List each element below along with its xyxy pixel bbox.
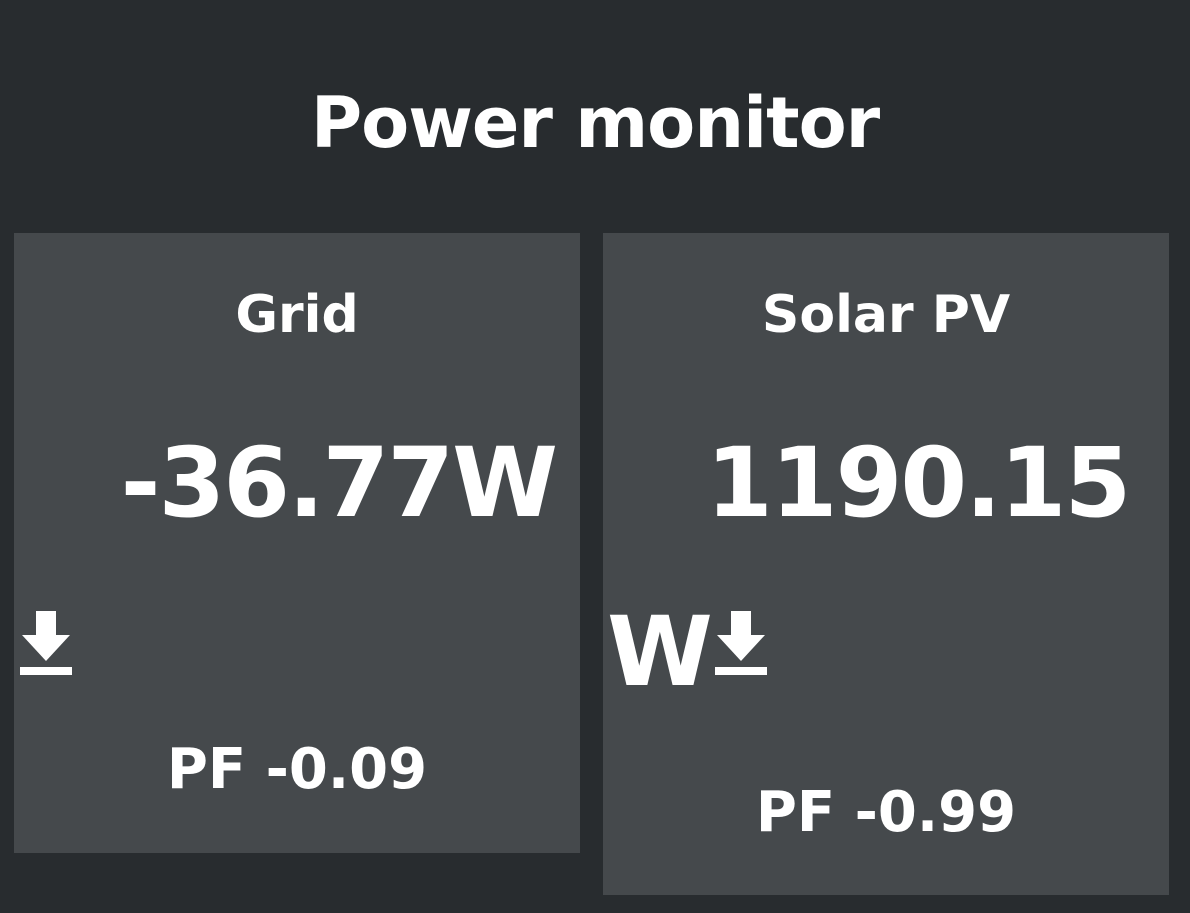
- grid-card[interactable]: Grid -36.77W PF -0.09: [14, 233, 580, 853]
- download-arrow-icon: [20, 611, 72, 675]
- solar-power-unit: W: [607, 596, 713, 708]
- solar-pv-card-title: Solar PV: [761, 285, 1011, 345]
- solar-power-factor: PF -0.99: [755, 780, 1017, 845]
- grid-card-title: Grid: [235, 285, 359, 345]
- solar-pv-card[interactable]: Solar PV 1190.15 W PF -0.99: [603, 233, 1169, 895]
- grid-power-factor: PF -0.09: [166, 737, 428, 802]
- grid-power-value: -36.77W: [120, 427, 558, 539]
- download-arrow-icon: [715, 611, 767, 675]
- page-title: Power monitor: [310, 82, 880, 164]
- solar-power-value: 1190.15: [706, 427, 1131, 539]
